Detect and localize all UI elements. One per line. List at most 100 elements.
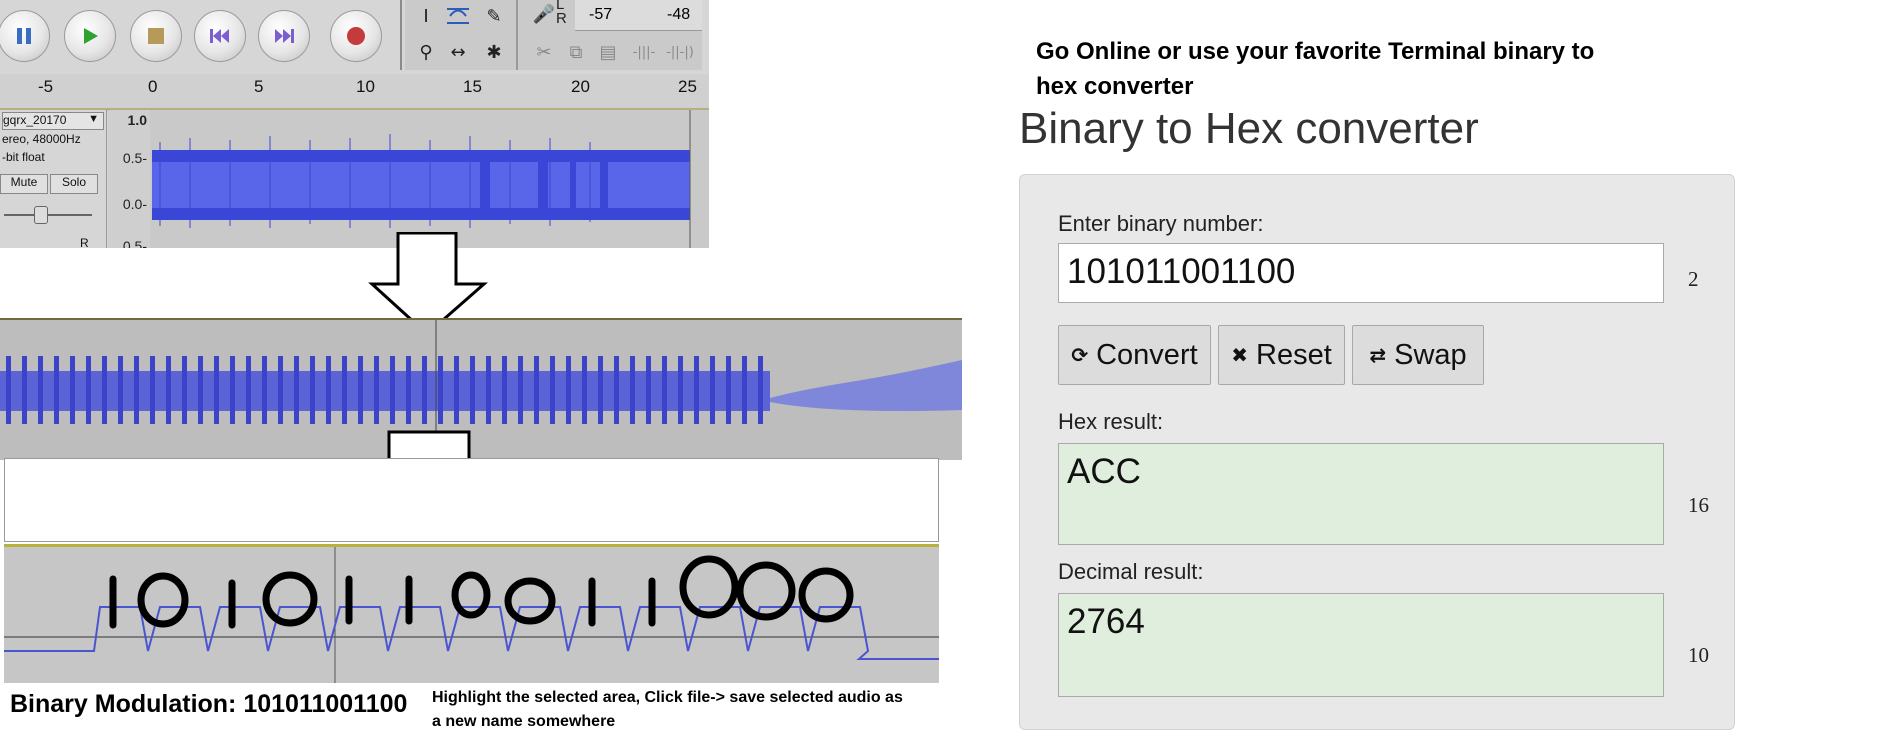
waveform-pulse [662,356,667,424]
toolbar-divider-2 [516,0,518,70]
waveform-pulse [198,356,203,424]
copy-icon[interactable]: ⧉ [562,38,590,66]
waveform-pulse [70,356,75,424]
trim-icon[interactable]: -|||- [630,38,658,66]
microphone-icon[interactable]: 🎤 [530,0,558,28]
play-button[interactable] [64,10,116,62]
record-button[interactable] [330,10,382,62]
waveform-pulse [678,356,683,424]
waveform-pulse [582,356,587,424]
waveform-pulse [518,356,523,424]
waveform-pulse [726,356,731,424]
paste-icon[interactable]: ▤ [594,38,622,66]
pause-icon [17,28,31,44]
ruler-tick: 5 [254,77,264,96]
binary-input[interactable]: 101011001100 [1058,243,1664,303]
binary-base: 2 [1688,267,1699,291]
waveform-pulse [438,356,443,424]
track-control-panel: gqrx_20170 ▼ ereo, 48000Hz -bit float Mu… [0,110,107,248]
skip-end-icon [275,29,294,43]
waveform-pulse [454,356,459,424]
record-icon [347,27,365,45]
ruler-tick: -5 [38,77,54,96]
blank-box [4,458,939,542]
waveform-pulse [630,356,635,424]
top-note: Go Online or use your favorite Terminal … [1036,34,1636,104]
hex-result[interactable]: ACC [1058,443,1664,545]
waveform-pulse [86,356,91,424]
slider-thumb[interactable] [34,206,48,224]
ruler-tick: 25 [678,77,697,96]
zoom-tool-icon[interactable]: ⚲ [412,38,440,66]
waveform-pulse [486,356,491,424]
timeline-ruler[interactable]: -5 0 5 10 15 20 25 [0,74,709,111]
instructions-line: Highlight the selected area, Click file-… [432,689,903,706]
meter-tick: -57 [589,6,613,23]
waveform-pulse [646,356,651,424]
waveform-pulse [230,356,235,424]
decimal-base: 10 [1688,643,1709,667]
envelope-tool-icon[interactable] [444,2,472,30]
waveform-pulse [38,356,43,424]
top-note-line: hex converter [1036,73,1194,100]
waveform-pulse [374,356,379,424]
ruler-tick: 20 [571,77,590,96]
track-waveform[interactable] [150,110,709,248]
waveform-pulse [214,356,219,424]
reset-button[interactable]: ✖ Reset [1218,325,1345,385]
waveform-pulse [406,356,411,424]
waveform-pulse [534,356,539,424]
waveform-pulse [598,356,603,424]
draw-tool-icon[interactable]: ✎ [480,2,508,30]
play-icon [84,28,98,44]
instructions-line: a new name somewhere [432,713,616,730]
waveform-pulse [294,356,299,424]
record-meter[interactable]: -57 -48 [575,0,702,31]
ruler-tick: 0 [148,77,158,96]
waveform-pulse [134,356,139,424]
waveform-pulse [742,356,747,424]
waveform-pulse [758,356,763,424]
solo-button[interactable]: Solo [50,174,98,194]
selection-tool-icon[interactable]: I [412,2,440,30]
waveform-pulse [246,356,251,424]
waveform-pulse [358,356,363,424]
converter-title: Binary to Hex converter [1019,104,1479,153]
hex-base: 16 [1688,493,1709,517]
decimal-label: Decimal result: [1058,559,1204,584]
multi-tool-icon[interactable]: ✱ [480,38,508,66]
waveform-pulse [502,356,507,424]
swap-button[interactable]: ⇄ Swap [1352,325,1484,385]
gain-slider[interactable] [4,214,92,216]
mute-button[interactable]: Mute [0,174,48,194]
reset-label: Reset [1256,338,1332,371]
waveform-pulse [550,356,555,424]
ruler-tick: 10 [356,77,375,96]
waveform-pulse [166,356,171,424]
decoded-waveform[interactable] [4,544,939,683]
stop-button[interactable] [130,10,182,62]
convert-button[interactable]: ⟳ Convert [1058,325,1211,385]
pause-button[interactable] [0,10,50,62]
waveform-pulse [310,356,315,424]
waveform-pulse [694,356,699,424]
waveform-pulse [470,356,475,424]
skip-start-icon [210,29,229,43]
scale-label: 0.5- [122,238,147,248]
ruler-tick: 15 [463,77,482,96]
convert-label: Convert [1096,338,1198,371]
silence-icon[interactable]: -||-|) [666,38,694,66]
cut-icon[interactable]: ✂ [530,38,558,66]
skip-start-button[interactable] [194,10,246,62]
skip-end-button[interactable] [258,10,310,62]
swap-label: Swap [1394,338,1467,371]
timeshift-tool-icon[interactable]: ↔ [444,38,472,66]
waveform-pulse [422,356,427,424]
waveform-pulse [262,356,267,424]
waveform-pulse [54,356,59,424]
converter-panel: Enter binary number: 101011001100 2 ⟳ Co… [1019,174,1735,730]
decimal-result[interactable]: 2764 [1058,593,1664,697]
waveform-pulse [342,356,347,424]
scale-label: 1.0 [127,112,147,128]
track-name-dropdown[interactable]: gqrx_20170 ▼ [2,112,104,130]
